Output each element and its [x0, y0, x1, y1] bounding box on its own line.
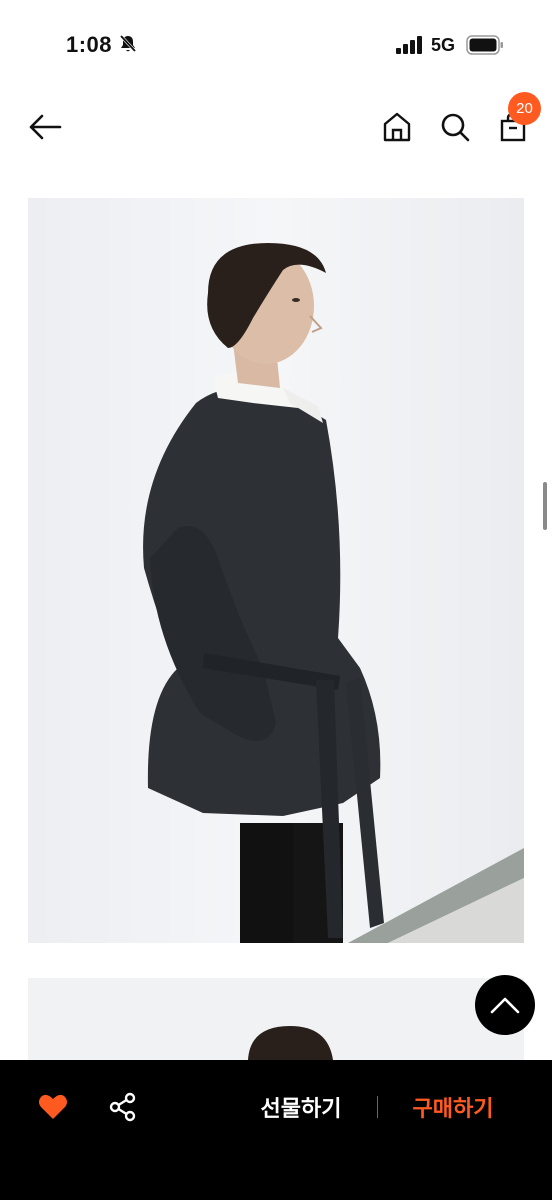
gift-button[interactable]: 선물하기 — [250, 1090, 352, 1124]
nav-bar: 20 — [0, 90, 552, 170]
network-label: 5G — [431, 35, 456, 55]
heart-icon — [39, 1094, 67, 1119]
bell-slash-icon — [118, 34, 138, 54]
scroll-indicator[interactable] — [543, 482, 547, 530]
buy-button[interactable]: 구매하기 — [402, 1090, 504, 1124]
home-icon — [383, 112, 411, 142]
home-button[interactable] — [378, 108, 416, 146]
share-icon — [109, 1092, 136, 1122]
status-time: 1:08 — [66, 32, 113, 57]
cart-count-badge: 20 — [508, 92, 541, 125]
scroll-to-top-button[interactable] — [475, 975, 535, 1035]
back-button[interactable] — [24, 108, 66, 146]
search-icon — [441, 113, 470, 142]
signal-icon — [396, 36, 424, 54]
share-button[interactable] — [106, 1090, 140, 1124]
like-button[interactable] — [36, 1090, 70, 1122]
divider — [377, 1096, 378, 1118]
product-photo — [28, 978, 524, 1060]
chevron-up-icon — [490, 997, 520, 1014]
status-bar: 1:08 5G — [0, 0, 552, 90]
search-button[interactable] — [436, 108, 474, 146]
product-image-main[interactable] — [28, 198, 524, 943]
back-arrow-icon — [29, 114, 62, 140]
bottom-action-bar: 선물하기 구매하기 — [0, 1060, 552, 1200]
battery-icon — [466, 35, 504, 55]
product-photo — [28, 198, 524, 943]
product-image-secondary[interactable] — [28, 978, 524, 1060]
